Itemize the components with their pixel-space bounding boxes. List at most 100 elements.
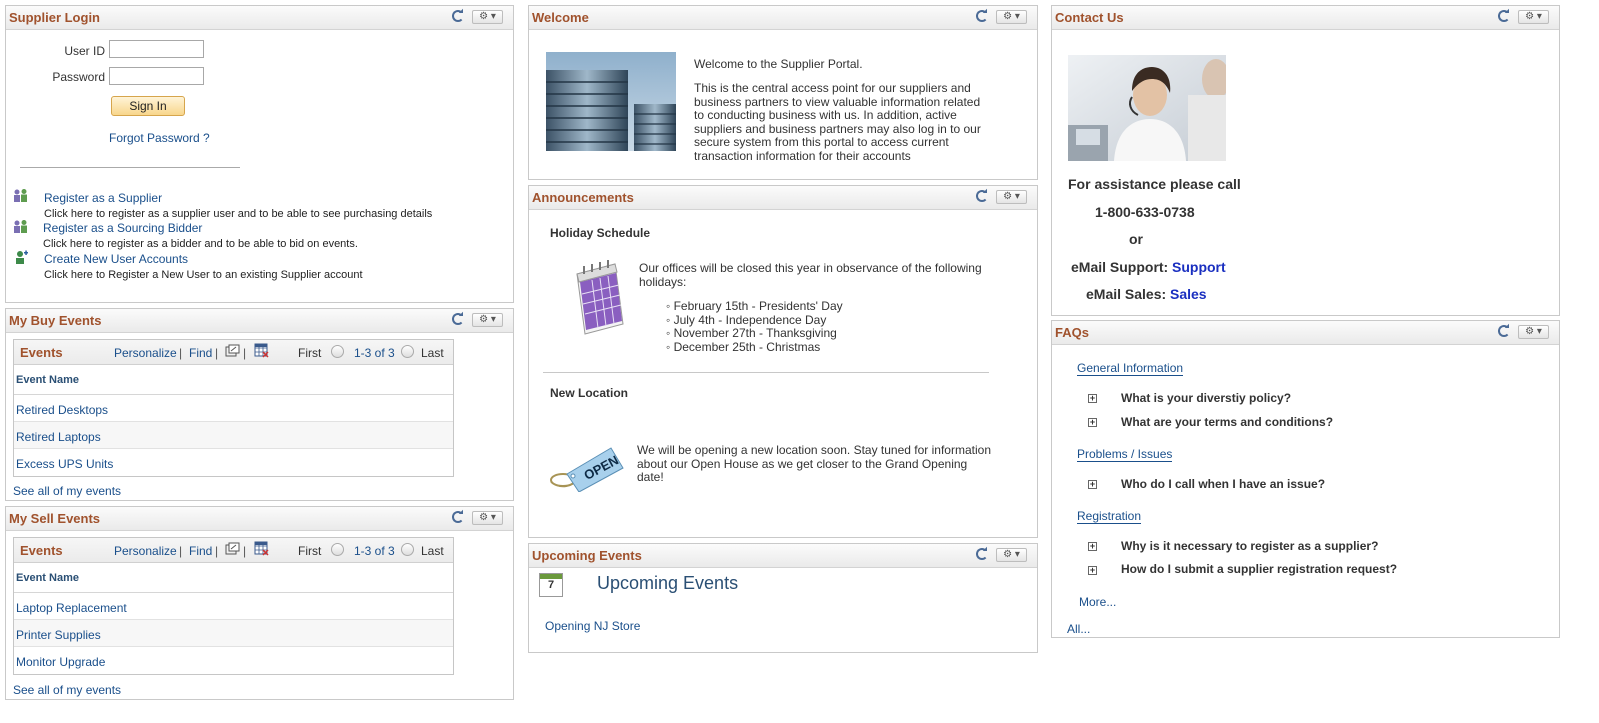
pagelet-title: My Buy Events	[9, 313, 102, 328]
pagelet-header: Welcome ⚙ ▾	[529, 6, 1037, 30]
view-all-icon[interactable]	[225, 542, 240, 556]
welcome-line: Welcome to the Supplier Portal.	[694, 57, 863, 71]
table-row: Monitor Upgrade	[16, 655, 106, 669]
find-link[interactable]: Find	[189, 544, 212, 558]
expand-icon[interactable]: +	[1088, 542, 1097, 551]
gear-icon[interactable]: ⚙ ▾	[472, 313, 503, 327]
register-bidder-link[interactable]: Register as a Sourcing Bidder	[43, 221, 202, 235]
gear-icon[interactable]: ⚙ ▾	[1518, 325, 1549, 339]
office-building-image	[546, 52, 676, 151]
see-all-events-link[interactable]: See all of my events	[13, 683, 121, 697]
faq-section-general[interactable]: General Information	[1077, 361, 1184, 376]
email-sales-link[interactable]: Sales	[1170, 286, 1207, 302]
refresh-icon[interactable]	[976, 190, 988, 202]
gear-icon[interactable]: ⚙ ▾	[1518, 10, 1549, 24]
assistance-text: For assistance please call	[1068, 176, 1241, 192]
password-input[interactable]	[109, 67, 204, 85]
gear-icon[interactable]: ⚙ ▾	[996, 10, 1027, 24]
expand-icon[interactable]: +	[1088, 480, 1097, 489]
faq-question[interactable]: How do I submit a supplier registration …	[1121, 562, 1397, 576]
announcements-pagelet: Announcements ⚙ ▾ Holiday Schedule Our o…	[528, 185, 1038, 538]
personalize-link[interactable]: Personalize	[114, 346, 177, 360]
range-label: 1-3 of 3	[354, 544, 395, 558]
separator: |	[215, 346, 219, 360]
grid-title: Events	[20, 543, 63, 558]
user-id-label: User ID	[64, 44, 105, 58]
gear-icon[interactable]: ⚙ ▾	[472, 511, 503, 525]
register-supplier-link[interactable]: Register as a Supplier	[44, 191, 162, 205]
more-link[interactable]: More...	[1079, 595, 1116, 609]
faq-question[interactable]: What are your terms and conditions?	[1121, 415, 1333, 429]
separator: |	[179, 346, 183, 360]
grid-header: Events Personalize | Find | | First 1-3 …	[14, 538, 453, 563]
faq-question[interactable]: Who do I call when I have an issue?	[1121, 477, 1325, 491]
table-row: Excess UPS Units	[16, 457, 114, 471]
faq-section-problems[interactable]: Problems / Issues	[1077, 447, 1173, 462]
pagelet-header: Contact Us ⚙ ▾	[1052, 6, 1559, 30]
list-item: July 4th - Independence Day	[666, 313, 843, 328]
pagelet-header: Supplier Login ⚙ ▾	[6, 6, 513, 30]
faq-question[interactable]: Why is it necessary to register as a sup…	[1121, 539, 1378, 553]
column-header[interactable]: Event Name	[14, 365, 453, 395]
column-header[interactable]: Event Name	[14, 563, 453, 593]
event-link[interactable]: Opening NJ Store	[545, 619, 640, 633]
download-icon[interactable]	[254, 541, 269, 556]
previous-icon[interactable]	[331, 345, 344, 358]
view-all-icon[interactable]	[225, 344, 240, 358]
create-user-accounts-link[interactable]: Create New User Accounts	[44, 252, 188, 266]
pagelet-header: Upcoming Events ⚙ ▾	[529, 544, 1037, 568]
refresh-icon[interactable]	[452, 10, 464, 22]
previous-icon[interactable]	[331, 543, 344, 556]
separator: |	[243, 346, 247, 360]
expand-icon[interactable]: +	[1088, 418, 1097, 427]
contact-us-pagelet: Contact Us ⚙ ▾ For assistance please cal…	[1051, 5, 1560, 316]
next-icon[interactable]	[401, 543, 414, 556]
divider	[543, 372, 989, 373]
separator: |	[215, 544, 219, 558]
column-header-label: Event Name	[16, 572, 79, 584]
refresh-icon[interactable]	[976, 10, 988, 22]
sign-in-button[interactable]: Sign In	[111, 96, 185, 116]
pagelet-title: Welcome	[532, 10, 589, 25]
pagelet-title: Supplier Login	[9, 10, 100, 25]
add-user-icon	[16, 250, 28, 264]
column-header-label: Event Name	[16, 374, 79, 386]
faq-section-registration[interactable]: Registration	[1077, 509, 1142, 524]
table-row: Retired Desktops	[14, 395, 453, 422]
gear-icon[interactable]: ⚙ ▾	[472, 10, 503, 24]
email-support-link[interactable]: Support	[1172, 259, 1226, 275]
gear-icon[interactable]: ⚙ ▾	[996, 548, 1027, 562]
list-item: November 27th - Thanksgiving	[666, 326, 843, 341]
phone-number: 1-800-633-0738	[1095, 204, 1195, 220]
table-row: Laptop Replacement	[14, 593, 453, 620]
refresh-icon[interactable]	[452, 511, 464, 523]
refresh-icon[interactable]	[1498, 10, 1510, 22]
gear-icon[interactable]: ⚙ ▾	[996, 190, 1027, 204]
range-label: 1-3 of 3	[354, 346, 395, 360]
last-label: Last	[421, 346, 444, 360]
pagelet-header: My Buy Events ⚙ ▾	[6, 309, 513, 333]
welcome-pagelet: Welcome ⚙ ▾ Welcome to the Supplier Port…	[528, 5, 1038, 180]
next-icon[interactable]	[401, 345, 414, 358]
pagelet-title: Announcements	[532, 190, 634, 205]
support-agent-image	[1068, 55, 1226, 161]
my-buy-events-pagelet: My Buy Events ⚙ ▾ Events Personalize | F…	[5, 308, 514, 501]
register-bidder-desc: Click here to register as a bidder and t…	[43, 238, 358, 250]
forgot-password-link[interactable]: Forgot Password ?	[109, 131, 210, 145]
find-link[interactable]: Find	[189, 346, 212, 360]
expand-icon[interactable]: +	[1088, 566, 1097, 575]
expand-icon[interactable]: +	[1088, 394, 1097, 403]
personalize-link[interactable]: Personalize	[114, 544, 177, 558]
refresh-icon[interactable]	[1498, 325, 1510, 337]
separator: |	[243, 544, 247, 558]
welcome-paragraph: This is the central access point for our…	[694, 81, 981, 163]
see-all-events-link[interactable]: See all of my events	[13, 484, 121, 498]
download-icon[interactable]	[254, 343, 269, 358]
refresh-icon[interactable]	[976, 548, 988, 560]
faq-question[interactable]: What is your diverstiy policy?	[1121, 391, 1291, 405]
table-row: Printer Supplies	[14, 620, 453, 647]
refresh-icon[interactable]	[452, 313, 464, 325]
or-text: or	[1129, 231, 1143, 247]
user-id-input[interactable]	[109, 40, 204, 58]
all-link[interactable]: All...	[1067, 622, 1090, 636]
